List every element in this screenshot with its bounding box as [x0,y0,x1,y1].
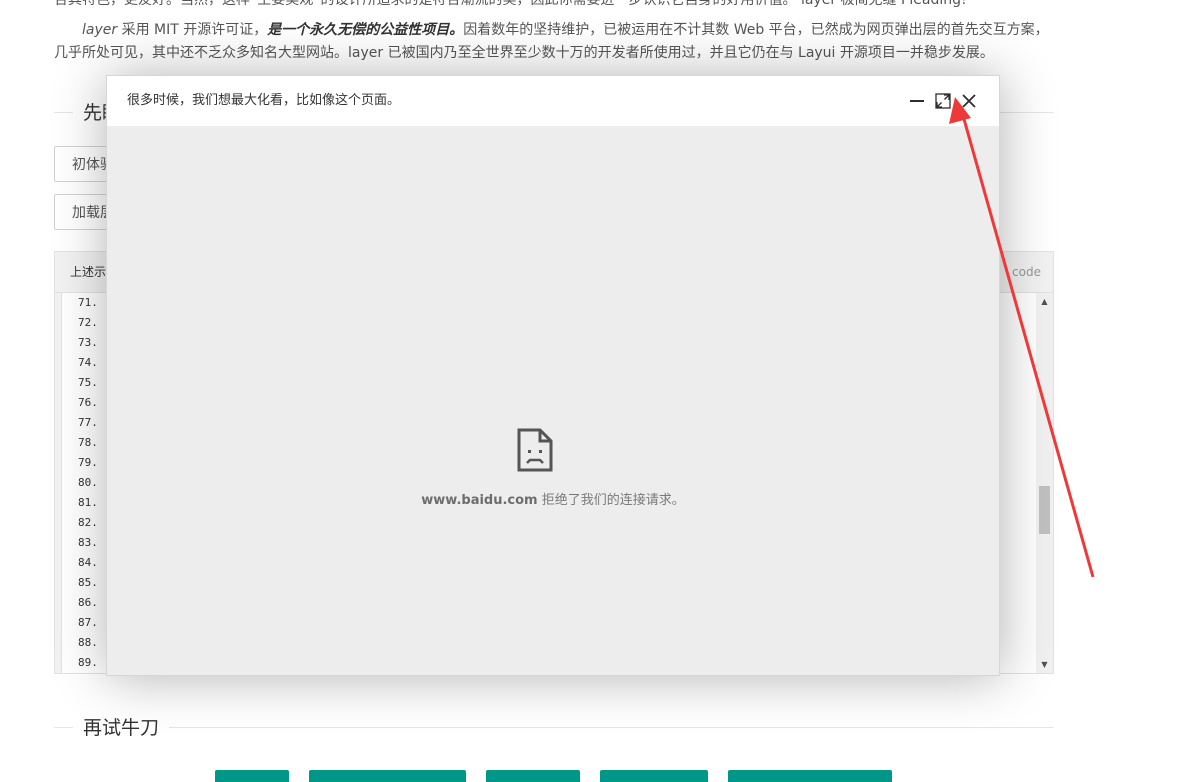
section-divider-2 [54,727,1054,728]
code-scrollbar[interactable]: ▲ ▼ [1036,293,1053,673]
layer-controls [905,91,983,111]
intro-line-0: 合其特色，更友好。当然，这样“主要美观”的设计所追求的是符合潮流的美，因此你需要… [54,0,1054,13]
close-icon [962,94,976,108]
scroll-down-icon[interactable]: ▼ [1036,656,1053,673]
maximize-icon [935,93,951,109]
minimize-icon [910,100,924,102]
section-title-second: 再试牛刀 [73,715,170,741]
close-button[interactable] [957,91,983,111]
error-message-text: 拒绝了我们的连接请求。 [537,493,685,508]
green-button-1[interactable] [215,770,289,782]
scroll-up-icon[interactable]: ▲ [1036,293,1053,310]
green-button-3[interactable] [486,770,580,782]
layer-title: 很多时候，我们想最大化看，比如像这个页面。 [107,76,999,127]
maximize-button[interactable] [931,91,957,111]
intro-line-1-a: 采用 MIT 开源许可证， [117,22,268,38]
minimize-button[interactable] [905,91,931,111]
layer-popup: 很多时候，我们想最大化看，比如像这个页面。 www.baidu.com 拒绝了我… [106,75,1000,676]
intro-line-1-bold: 是一个永久无偿的公益性项目。 [267,22,464,38]
code-tag: code [1012,265,1041,279]
green-button-4[interactable] [600,770,708,782]
intro-line-1-b: 因着数年的坚持维护，已被运用在不计其数 Web 平台，已然成为网页弹出层的首先交… [463,22,1049,38]
green-button-5[interactable] [728,770,892,782]
iframe-content: www.baidu.com 拒绝了我们的连接请求。 [107,127,999,675]
layer-word: layer [82,22,118,38]
code-panel-header-text: 上述示 [70,265,107,279]
intro-line-0-text: 合其特色，更友好。当然，这样“主要美观”的设计所追求的是符合潮流的美，因此你需要… [54,0,967,8]
sad-document-icon [517,428,553,472]
intro-line-2: 几乎所处可见，其中还不乏众多知名大型网站。layer 已被国内乃至全世界至少数十… [54,45,994,61]
error-message: www.baidu.com 拒绝了我们的连接请求。 [107,489,999,508]
green-button-2[interactable] [309,770,466,782]
error-host: www.baidu.com [421,493,538,508]
scroll-thumb[interactable] [1039,486,1050,534]
